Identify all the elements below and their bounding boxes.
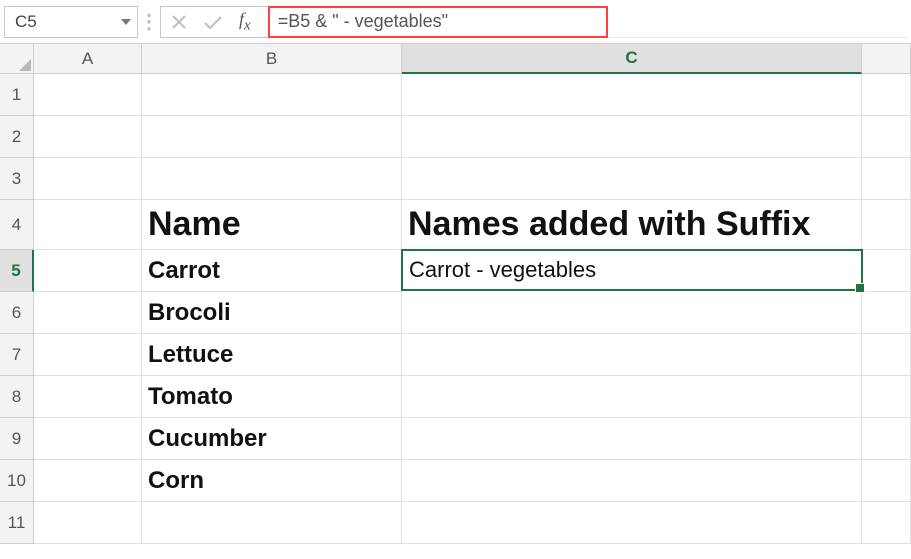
col-header-A[interactable]: A	[34, 44, 142, 74]
row-header-8[interactable]: 8	[0, 376, 34, 418]
fx-icon[interactable]: fx	[239, 9, 259, 35]
cell-B3[interactable]	[142, 158, 402, 200]
formula-input[interactable]: =B5 & " - vegetables"	[268, 6, 608, 38]
cell-C6[interactable]	[402, 292, 862, 334]
formula-text: =B5 & " - vegetables"	[278, 11, 448, 32]
cell-C1[interactable]	[402, 74, 862, 116]
row-header-4[interactable]: 4	[0, 200, 34, 250]
row-header-7[interactable]: 7	[0, 334, 34, 376]
separator-icon: ⋮	[138, 9, 160, 34]
cell-B5[interactable]: Carrot	[142, 250, 402, 292]
row-header-1[interactable]: 1	[0, 74, 34, 116]
row-header-3[interactable]: 3	[0, 158, 34, 200]
cell-A4[interactable]	[34, 200, 142, 250]
cell-C3[interactable]	[402, 158, 862, 200]
row-header-5[interactable]: 5	[0, 250, 34, 292]
row-header-10[interactable]: 10	[0, 460, 34, 502]
cell-A6[interactable]	[34, 292, 142, 334]
cell-A11[interactable]	[34, 502, 142, 544]
cell-B9[interactable]: Cucumber	[142, 418, 402, 460]
cell-A5[interactable]	[34, 250, 142, 292]
cell-tail	[862, 460, 911, 502]
cell-A1[interactable]	[34, 74, 142, 116]
cell-tail	[862, 376, 911, 418]
cell-B4[interactable]: Name	[142, 200, 402, 250]
formula-bar: C5 ⋮ fx =B5 & " - vegetables"	[0, 0, 911, 44]
row-header-2[interactable]: 2	[0, 116, 34, 158]
cell-C2[interactable]	[402, 116, 862, 158]
col-header-tail	[862, 44, 911, 74]
cell-tail	[862, 250, 911, 292]
cell-B10[interactable]: Corn	[142, 460, 402, 502]
cell-C10[interactable]	[402, 460, 862, 502]
cell-C5[interactable]: Carrot - vegetables	[401, 249, 863, 291]
cell-B7[interactable]: Lettuce	[142, 334, 402, 376]
cell-tail	[862, 502, 911, 544]
spreadsheet-grid[interactable]: A B C 1 2 3 4 Name Names added with Suff…	[0, 44, 911, 544]
cell-C9[interactable]	[402, 418, 862, 460]
cell-C11[interactable]	[402, 502, 862, 544]
cell-B6[interactable]: Brocoli	[142, 292, 402, 334]
cell-tail	[862, 74, 911, 116]
formula-bar-tail	[608, 6, 907, 38]
cell-A10[interactable]	[34, 460, 142, 502]
cell-B1[interactable]	[142, 74, 402, 116]
cancel-icon[interactable]	[171, 14, 187, 30]
row-header-6[interactable]: 6	[0, 292, 34, 334]
cell-B8[interactable]: Tomato	[142, 376, 402, 418]
select-all-triangle[interactable]	[0, 44, 34, 74]
cell-A3[interactable]	[34, 158, 142, 200]
cell-A8[interactable]	[34, 376, 142, 418]
cell-B11[interactable]	[142, 502, 402, 544]
cell-C4[interactable]: Names added with Suffix	[402, 200, 862, 250]
cell-C8[interactable]	[402, 376, 862, 418]
cell-tail	[862, 116, 911, 158]
cell-A2[interactable]	[34, 116, 142, 158]
row-header-11[interactable]: 11	[0, 502, 34, 544]
cell-A9[interactable]	[34, 418, 142, 460]
formula-bar-buttons: fx	[160, 6, 269, 38]
enter-icon[interactable]	[203, 15, 223, 29]
cell-A7[interactable]	[34, 334, 142, 376]
cell-tail	[862, 292, 911, 334]
col-header-C[interactable]: C	[402, 44, 862, 74]
dropdown-icon[interactable]	[121, 19, 131, 25]
name-box[interactable]: C5	[4, 6, 138, 38]
cell-tail	[862, 334, 911, 376]
name-box-value: C5	[15, 12, 37, 32]
cell-B2[interactable]	[142, 116, 402, 158]
cell-C7[interactable]	[402, 334, 862, 376]
cell-tail	[862, 200, 911, 250]
col-header-B[interactable]: B	[142, 44, 402, 74]
cell-tail	[862, 418, 911, 460]
cell-tail	[862, 158, 911, 200]
row-header-9[interactable]: 9	[0, 418, 34, 460]
